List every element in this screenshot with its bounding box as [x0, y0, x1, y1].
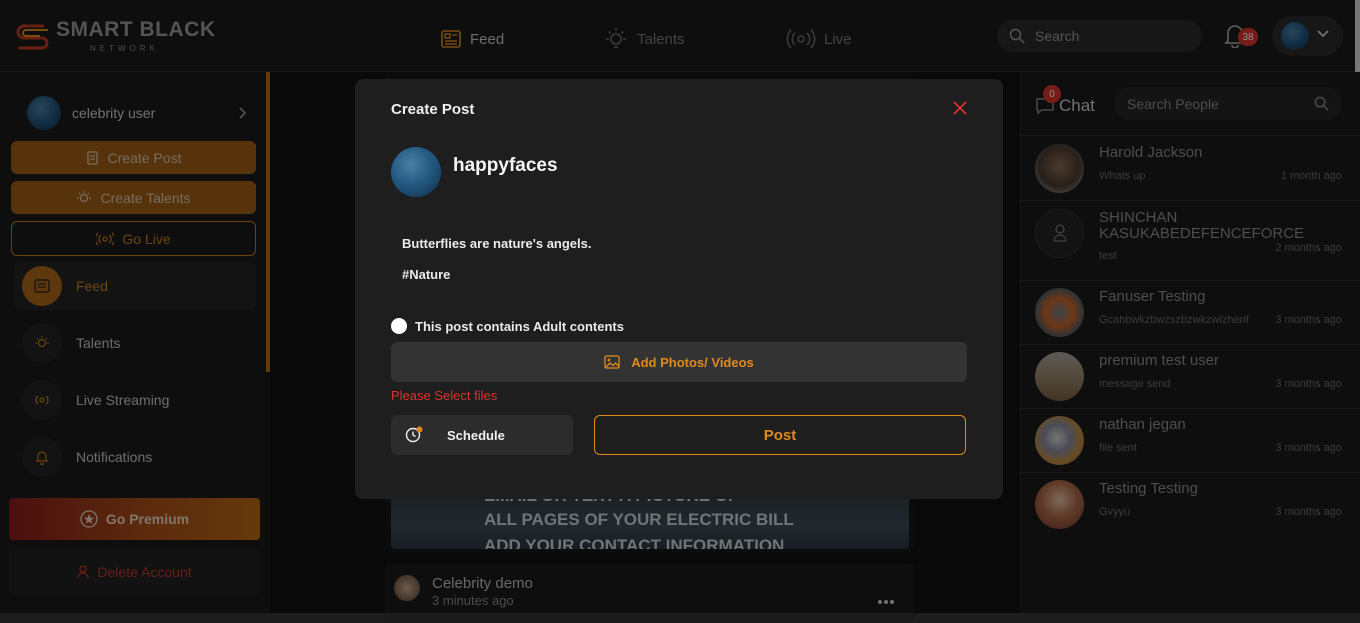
- clock-icon: [405, 426, 423, 444]
- radio-button[interactable]: [391, 318, 407, 334]
- create-post-modal: Create Post happyfaces Butterflies are n…: [355, 79, 1003, 499]
- schedule-button[interactable]: Schedule: [391, 415, 573, 455]
- add-photos-videos-button[interactable]: Add Photos/ Videos: [391, 342, 967, 382]
- post-username: happyfaces: [453, 155, 558, 176]
- post-button[interactable]: Post: [594, 415, 966, 455]
- modal-title: Create Post: [391, 101, 475, 118]
- post-text-input[interactable]: Butterflies are nature's angels.: [402, 236, 592, 251]
- add-media-label: Add Photos/ Videos: [631, 354, 754, 370]
- avatar: [391, 147, 441, 197]
- image-icon: [604, 355, 620, 369]
- close-icon[interactable]: [953, 101, 967, 115]
- error-message: Please Select files: [391, 388, 498, 403]
- adult-content-radio[interactable]: This post contains Adult contents: [391, 318, 624, 334]
- post-hashtag-text[interactable]: #Nature: [402, 267, 450, 282]
- schedule-label: Schedule: [447, 427, 505, 443]
- adult-content-label: This post contains Adult contents: [415, 318, 624, 334]
